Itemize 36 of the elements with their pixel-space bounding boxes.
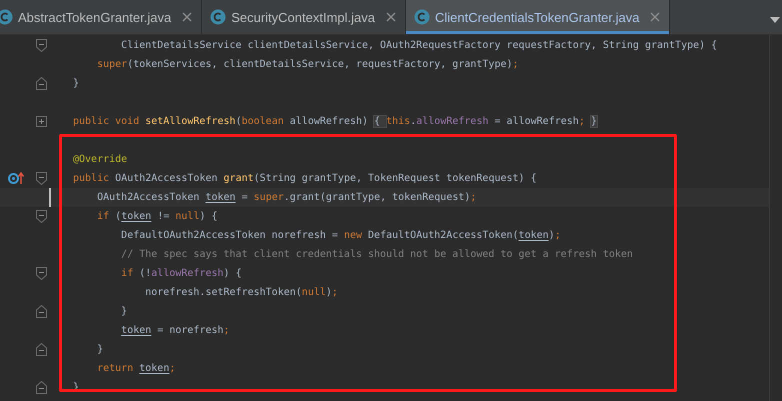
code-line: public OAuth2AccessToken grant(String grantType, TokenRequest tokenRequest) { [73,172,537,186]
code-line: // The spec says that client credentials should not be allowed to get a refresh token [120,248,633,262]
close-icon[interactable] [182,12,192,22]
text-cursor [49,188,51,207]
code-line: DefaultOAuth2AccessToken norefresh = new DefaultOAuth2AccessToken(token); [120,229,561,243]
code-line: if (!allowRefresh) { [120,267,242,281]
class-icon [414,9,430,25]
close-icon[interactable] [650,12,660,22]
code-line: norefresh.setRefreshToken(null); [144,286,338,300]
fold-icon[interactable] [36,172,47,185]
fold-icon[interactable] [36,77,47,90]
code-line: @Override [73,153,128,167]
file-tab[interactable]: ClientCredentialsTokenGranter.java [406,0,670,34]
close-icon[interactable] [386,12,396,22]
fold-icon[interactable] [36,267,47,280]
expand-icon[interactable] [36,115,47,128]
code-line: token = norefresh; [120,324,230,338]
fold-icon[interactable] [36,343,47,356]
class-icon [0,9,13,25]
caret-icon[interactable] [770,16,780,24]
code-line: OAuth2AccessToken token = super.grant(grantType, tokenRequest); [96,191,476,205]
code-line: return token; [96,362,176,376]
fold-icon[interactable] [36,210,47,223]
file-tab[interactable]: AbstractTokenGranter.java [0,0,202,34]
code-line: } [120,305,128,319]
code-line: } [73,77,80,91]
code-line: } [96,343,104,357]
code-line: if (token != null) { [96,210,218,224]
fold-icon[interactable] [36,381,47,394]
fold-icon[interactable] [36,39,47,52]
code-line: super(tokenServices, clientDetailsService, requestFactory, grantType); [96,58,519,72]
code-line: ClientDetailsService clientDetailsService, OAuth2RequestFactory requestFactory, String grantType) { [120,39,718,53]
fold-icon[interactable] [36,305,47,318]
class-icon [210,9,226,25]
override-icon[interactable] [8,171,24,185]
code-line: public void setAllowRefresh(boolean allowRefresh) { this.allowRefresh = allowRefresh; } [73,115,597,129]
